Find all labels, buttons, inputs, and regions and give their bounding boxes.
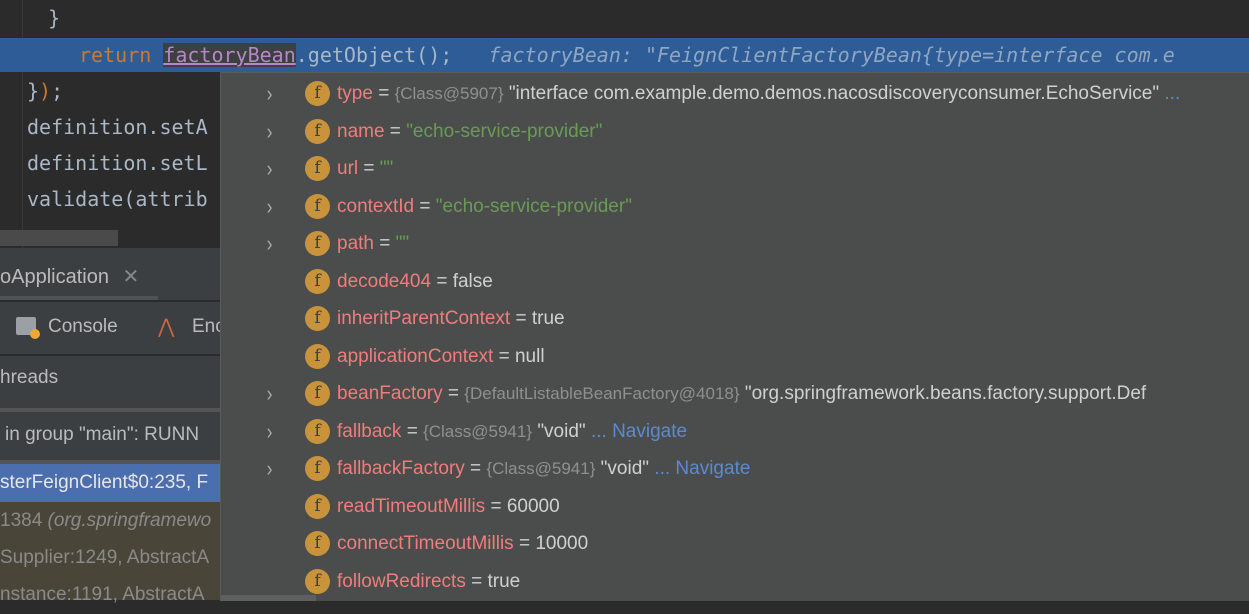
- field-name: type: [337, 83, 373, 104]
- field-value: true: [531, 308, 565, 329]
- tab-label: oApplication: [0, 266, 109, 288]
- field-icon: f: [305, 381, 330, 406]
- field-value: null: [514, 345, 545, 367]
- endpoints-icon: ⋀: [158, 316, 175, 338]
- field-name: url: [337, 158, 359, 179]
- string-value: "echo-service-provider": [435, 195, 632, 217]
- frame-item[interactable]: nstance:1191, AbstractA: [0, 576, 220, 614]
- field-name: name: [337, 120, 385, 142]
- field-name: decode404: [337, 270, 432, 292]
- console-tab[interactable]: Console: [48, 310, 118, 344]
- field-icon: f: [305, 156, 330, 181]
- object-ref: {DefaultListableBeanFactory@4018}: [464, 384, 740, 403]
- field-name: readTimeoutMillis: [337, 495, 486, 517]
- object-ref: {Class@5941}: [486, 459, 596, 478]
- field-icon: f: [305, 531, 330, 556]
- string-value: "": [395, 233, 410, 254]
- field-name: connectTimeoutMillis: [337, 533, 514, 554]
- field-name: contextId: [337, 195, 415, 217]
- navigate-link[interactable]: ...: [1159, 83, 1180, 104]
- field-value: false: [452, 270, 493, 292]
- threads-label: hreads: [0, 367, 59, 388]
- field-name: applicationContext: [337, 345, 494, 367]
- field-icon: f: [305, 343, 330, 369]
- close-icon[interactable]: ✕: [123, 266, 140, 288]
- keyword: return: [79, 43, 152, 67]
- debug-tool-window: oApplication ✕ Console ⋀ Enc hreads in g…: [0, 248, 220, 605]
- endpoints-tab[interactable]: Enc: [192, 310, 220, 344]
- frame-item[interactable]: Supplier:1249, AbstractA: [0, 539, 220, 577]
- code-rest: .getObject();: [295, 43, 453, 67]
- inline-debug-value[interactable]: factoryBean: "FeignClientFactoryBean{typ…: [488, 43, 1174, 67]
- navigate-link[interactable]: ... Navigate: [586, 421, 687, 442]
- field-name: inheritParentContext: [337, 308, 511, 329]
- object-ref: {Class@5941}: [423, 421, 533, 441]
- frame-item-selected[interactable]: sterFeignClient$0:235, F: [0, 464, 220, 502]
- thread-selector[interactable]: in group "main": RUNN: [0, 416, 225, 454]
- field-icon: f: [305, 456, 330, 481]
- field-value: 10000: [535, 533, 589, 554]
- code-line-current: return factoryBean.getObject(); factoryB…: [79, 37, 1175, 73]
- field-icon: f: [305, 418, 330, 444]
- field-name: fallback: [337, 420, 402, 442]
- chevron-right-icon[interactable]: ›: [267, 450, 280, 487]
- field-value: "interface com.example.demo.demos.nacosd…: [508, 83, 1160, 104]
- field-icon: f: [305, 193, 330, 219]
- frame-item[interactable]: 1384 (org.springframewo: [0, 502, 220, 540]
- field-icon: f: [305, 231, 330, 256]
- field-icon: f: [305, 568, 330, 594]
- variable-inspector-popup: › f type = {Class@5907} "interface com.exa…: [220, 72, 1249, 601]
- field-icon: f: [305, 306, 330, 331]
- chevron-right-icon[interactable]: ›: [267, 150, 280, 187]
- chevron-right-icon[interactable]: ›: [267, 375, 280, 412]
- field-value: 60000: [506, 495, 560, 517]
- field-value: "void": [537, 420, 586, 442]
- chevron-right-icon[interactable]: ›: [267, 113, 280, 150]
- tab-run-config[interactable]: oApplication ✕: [0, 262, 220, 292]
- field-icon: f: [305, 118, 330, 144]
- chevron-right-icon[interactable]: ›: [267, 413, 280, 450]
- chevron-right-icon[interactable]: ›: [267, 75, 280, 112]
- field-name: path: [337, 233, 374, 254]
- chevron-right-icon[interactable]: ›: [267, 225, 280, 262]
- object-ref: {Class@5907}: [394, 84, 504, 103]
- popup-scrollbar[interactable]: [221, 595, 316, 601]
- field-value: true: [487, 570, 521, 592]
- code-line: });: [27, 79, 64, 103]
- code-line: validate(attrib: [27, 187, 208, 211]
- code-line: }: [0, 6, 61, 30]
- code-line: definition.setL: [27, 151, 208, 175]
- field-icon: f: [305, 493, 330, 519]
- field-value: "void": [600, 458, 650, 479]
- console-icon: [16, 317, 40, 339]
- horizontal-scrollbar[interactable]: [0, 230, 118, 246]
- navigate-link[interactable]: ... Navigate: [649, 458, 750, 479]
- string-value: "echo-service-provider": [406, 120, 603, 142]
- field-value: "org.springframework.beans.factory.suppo…: [744, 383, 1147, 404]
- variable-factorybean[interactable]: factoryBean: [163, 43, 296, 67]
- field-name: fallbackFactory: [337, 458, 465, 479]
- field-icon: f: [305, 268, 330, 294]
- code-line: definition.setA: [27, 115, 208, 139]
- chevron-right-icon[interactable]: ›: [267, 188, 280, 225]
- string-value: "": [379, 158, 394, 179]
- field-icon: f: [305, 81, 330, 106]
- field-name: beanFactory: [337, 383, 443, 404]
- debugger-toolbar: Console ⋀ Enc: [0, 310, 220, 344]
- field-name: followRedirects: [337, 570, 466, 592]
